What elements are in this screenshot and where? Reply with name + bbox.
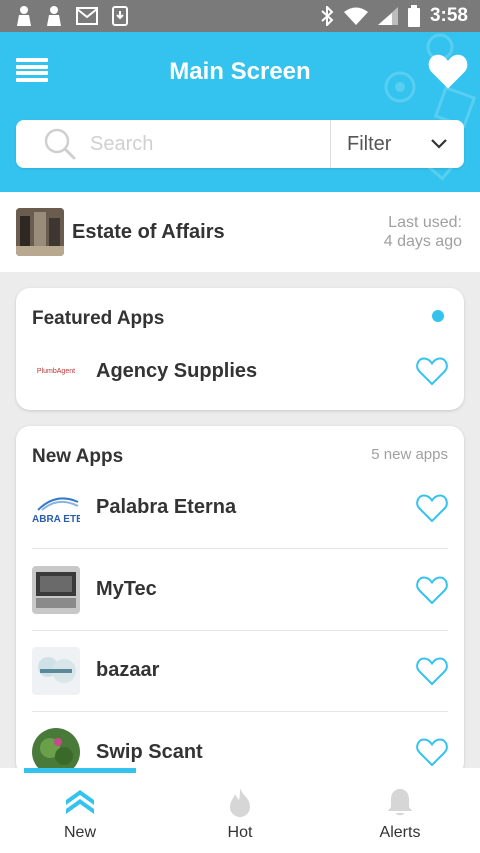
notification-icon (47, 6, 61, 26)
app-logo: ABRA ETE (32, 483, 80, 532)
clock: 3:58 (429, 5, 468, 26)
new-apps-title: New Apps (32, 446, 124, 467)
flame-icon (230, 788, 250, 817)
gmail-icon (76, 7, 98, 25)
recent-app-row[interactable]: Estate of Affairs Last used: 4 days ago (0, 192, 480, 272)
app-logo (32, 646, 80, 695)
filter-label: Filter (347, 132, 392, 155)
chevron-down-icon (431, 139, 447, 149)
app-name: Swip Scant (96, 740, 203, 763)
status-dot (432, 310, 444, 322)
active-tab-indicator (24, 768, 136, 773)
status-bar: 3:58 (0, 0, 480, 32)
svg-text:ABRA ETE: ABRA ETE (32, 514, 80, 525)
wifi-icon (343, 7, 368, 25)
bell-icon (388, 789, 412, 816)
app-row[interactable]: Swip Scant (32, 711, 448, 776)
app-logo (32, 565, 80, 614)
recent-app-name: Estate of Affairs (72, 220, 225, 243)
app-row[interactable]: bazaar (32, 630, 448, 712)
chevrons-up-icon (66, 790, 94, 814)
featured-apps-card: Featured Apps PlumbAgent Agency Supplies (16, 288, 464, 410)
app-name: bazaar (96, 659, 160, 681)
app-name: Palabra Eterna (96, 496, 237, 518)
heart-icon[interactable] (416, 575, 448, 605)
favorites-heart-icon[interactable] (428, 52, 468, 90)
heart-icon[interactable] (416, 737, 448, 767)
signal-icon (377, 7, 398, 25)
heart-icon[interactable] (416, 356, 448, 386)
filter-dropdown[interactable]: Filter (330, 120, 464, 168)
new-apps-count: 5 new apps (371, 446, 448, 463)
app-name: Agency Supplies (96, 359, 258, 382)
app-row[interactable]: PlumbAgent Agency Supplies (32, 330, 448, 412)
search-icon (44, 128, 76, 160)
page-title: Main Screen (169, 58, 311, 85)
featured-apps-title: Featured Apps (32, 308, 165, 329)
tab-alerts[interactable]: Alerts (320, 768, 480, 853)
tab-label: Alerts (379, 824, 421, 841)
app-logo: PlumbAgent (36, 367, 76, 375)
search-input[interactable] (90, 132, 290, 156)
tab-hot[interactable]: Hot (160, 768, 320, 853)
notification-icon (17, 6, 31, 26)
search-bar: Filter (16, 120, 464, 168)
app-row[interactable]: ABRA ETE Palabra Eterna (32, 467, 448, 549)
last-used-label: Last used: 4 days ago (383, 214, 462, 250)
heart-icon[interactable] (416, 656, 448, 686)
app-row[interactable]: MyTec (32, 549, 448, 631)
bottom-navigation: New Hot Alerts (0, 768, 480, 853)
new-apps-card: New Apps 5 new apps ABRA ETE Palabra Ete… (16, 426, 464, 776)
app-name: MyTec (96, 578, 157, 600)
download-icon (112, 6, 128, 26)
bluetooth-icon (321, 6, 334, 26)
recent-app-thumbnail (16, 208, 64, 256)
tab-label: Hot (227, 824, 253, 841)
battery-icon (407, 5, 420, 27)
heart-icon[interactable] (416, 493, 448, 523)
header: Main Screen Filter (0, 32, 480, 192)
tab-label: New (63, 824, 96, 841)
tab-new[interactable]: New (0, 768, 160, 853)
